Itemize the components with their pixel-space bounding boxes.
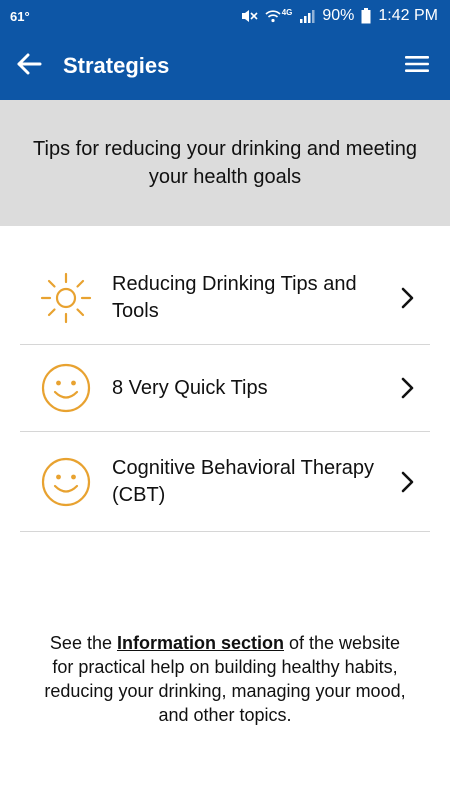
strategy-list: Reducing Drinking Tips and Tools 8 Very … — [20, 252, 430, 532]
list-item-label: Reducing Drinking Tips and Tools — [112, 273, 357, 322]
status-icons: 4G 90% 1:42 PM — [240, 7, 438, 25]
sun-icon — [20, 271, 112, 325]
header-text: Tips for reducing your drinking and meet… — [33, 138, 417, 188]
chevron-right-icon — [386, 286, 430, 310]
menu-button[interactable] — [392, 41, 442, 91]
chevron-right-icon — [386, 376, 430, 400]
clock: 1:42 PM — [378, 7, 438, 24]
battery-percentage: 90% — [322, 7, 355, 24]
signal-icon — [299, 9, 315, 23]
arrow-left-icon — [16, 53, 42, 80]
temperature-indicator: 61° — [10, 8, 30, 24]
network-type: 4G — [281, 7, 293, 17]
smiley-face-icon — [20, 455, 112, 509]
list-item-label: Cognitive Behavioral Therapy (CBT) — [112, 456, 375, 506]
list-item-label: 8 Very Quick Tips — [112, 376, 268, 399]
list-item-cbt[interactable]: Cognitive Behavioral Therapy (CBT) — [20, 432, 430, 532]
list-item-quick-tips[interactable]: 8 Very Quick Tips — [20, 345, 430, 432]
chevron-right-icon — [386, 470, 430, 494]
app-bar: Strategies — [0, 32, 450, 100]
list-item-reducing-drinking-tips[interactable]: Reducing Drinking Tips and Tools — [20, 252, 430, 345]
status-bar: 61° 4G 90% 1:42 PM — [0, 0, 450, 32]
mute-icon — [240, 8, 258, 24]
information-section-link[interactable]: Information section — [117, 633, 284, 653]
smiley-face-icon — [20, 361, 112, 415]
footer-prefix: See the — [49, 633, 117, 653]
wifi-icon — [265, 9, 281, 23]
footer-info-text: See the Information section of the websi… — [40, 631, 410, 727]
page-title: Strategies — [63, 53, 170, 78]
header-banner: Tips for reducing your drinking and meet… — [0, 100, 450, 226]
back-button[interactable] — [4, 41, 54, 91]
battery-icon — [361, 8, 371, 24]
hamburger-menu-icon — [405, 55, 429, 78]
